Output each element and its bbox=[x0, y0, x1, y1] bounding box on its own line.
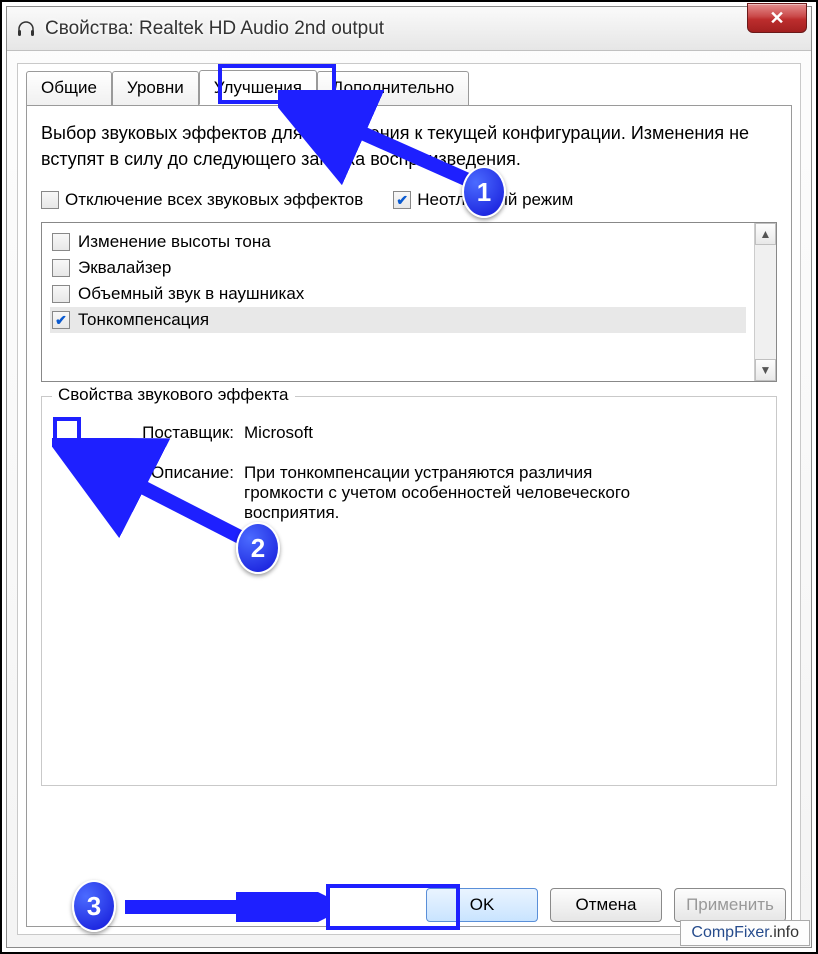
apply-button[interactable]: Применить bbox=[674, 888, 786, 922]
tab-levels[interactable]: Уровни bbox=[112, 71, 199, 106]
list-item-label: Эквалайзер bbox=[78, 258, 171, 278]
checkbox-icon[interactable] bbox=[52, 259, 70, 277]
footer-buttons: OK Отмена Применить bbox=[426, 888, 786, 922]
effects-list[interactable]: Изменение высоты тона Эквалайзер Объемный … bbox=[41, 222, 777, 382]
watermark-brand: CompFixer bbox=[691, 924, 768, 941]
group-legend: Свойства звукового эффекта bbox=[52, 385, 295, 405]
list-item-label: Изменение высоты тона bbox=[78, 232, 271, 252]
list-item[interactable]: Тонкомпенсация bbox=[50, 307, 746, 333]
annotation-circle-3: 3 bbox=[72, 880, 116, 932]
list-item[interactable]: Объемный звук в наушниках bbox=[50, 281, 746, 307]
scrollbar[interactable]: ▲ ▼ bbox=[754, 223, 776, 381]
titlebar[interactable]: Свойства: Realtek HD Audio 2nd output ✕ bbox=[7, 7, 811, 51]
checkbox-icon[interactable] bbox=[41, 191, 59, 209]
close-button[interactable]: ✕ bbox=[747, 3, 807, 33]
ok-button[interactable]: OK bbox=[426, 888, 538, 922]
close-icon: ✕ bbox=[769, 8, 784, 29]
provider-value: Microsoft bbox=[244, 423, 664, 443]
watermark: CompFixer.info bbox=[680, 920, 810, 946]
headphones-icon bbox=[15, 18, 37, 40]
annotation-arrow-3 bbox=[120, 892, 330, 922]
list-item[interactable]: Изменение высоты тона bbox=[50, 229, 746, 255]
list-item-label: Объемный звук в наушниках bbox=[78, 284, 304, 304]
scroll-up-icon[interactable]: ▲ bbox=[755, 223, 776, 245]
annotation-arrow-2 bbox=[52, 438, 262, 558]
cancel-button[interactable]: Отмена bbox=[550, 888, 662, 922]
list-item[interactable]: Эквалайзер bbox=[50, 255, 746, 281]
annotation-circle-1: 1 bbox=[462, 166, 506, 218]
checkbox-icon[interactable] bbox=[52, 285, 70, 303]
effects-list-inner: Изменение высоты тона Эквалайзер Объемный … bbox=[42, 223, 754, 381]
watermark-suffix: .info bbox=[769, 924, 799, 941]
window-title: Свойства: Realtek HD Audio 2nd output bbox=[45, 18, 384, 40]
checkbox-icon[interactable] bbox=[52, 233, 70, 251]
list-item-label: Тонкомпенсация bbox=[78, 310, 209, 330]
checkbox-icon[interactable] bbox=[52, 311, 70, 329]
annotation-arrow-1 bbox=[278, 90, 488, 210]
scroll-down-icon[interactable]: ▼ bbox=[755, 359, 776, 381]
annotation-circle-2: 2 bbox=[236, 522, 280, 574]
description-value: При тонкомпенсации устраняются различия … bbox=[244, 463, 664, 523]
tab-general[interactable]: Общие bbox=[26, 71, 112, 106]
